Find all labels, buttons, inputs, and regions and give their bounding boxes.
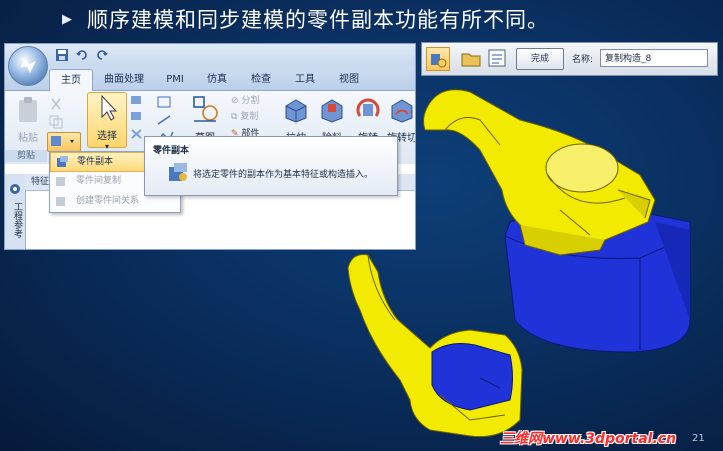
part-copy-large-icon <box>169 163 187 181</box>
model-viewport <box>347 89 691 438</box>
part-copy-tooltip: 零件副本 将选定零件的副本作为基本特征或构造插入。 <box>144 136 398 196</box>
inter-part-relationship-icon <box>56 197 65 206</box>
application-button[interactable] <box>8 46 48 86</box>
upper-part-model <box>423 89 691 353</box>
inter-part-copy-icon <box>56 177 65 186</box>
part-copy-icon <box>57 156 68 167</box>
tooltip-title: 零件副本 <box>153 146 190 156</box>
page-number: 21 <box>692 433 705 444</box>
tooltip-description: 将选定零件的副本作为基本特征或构造插入。 <box>193 170 374 180</box>
lower-part-model <box>347 254 523 438</box>
watermark: 三维网www.3dportal.cn <box>500 431 677 447</box>
